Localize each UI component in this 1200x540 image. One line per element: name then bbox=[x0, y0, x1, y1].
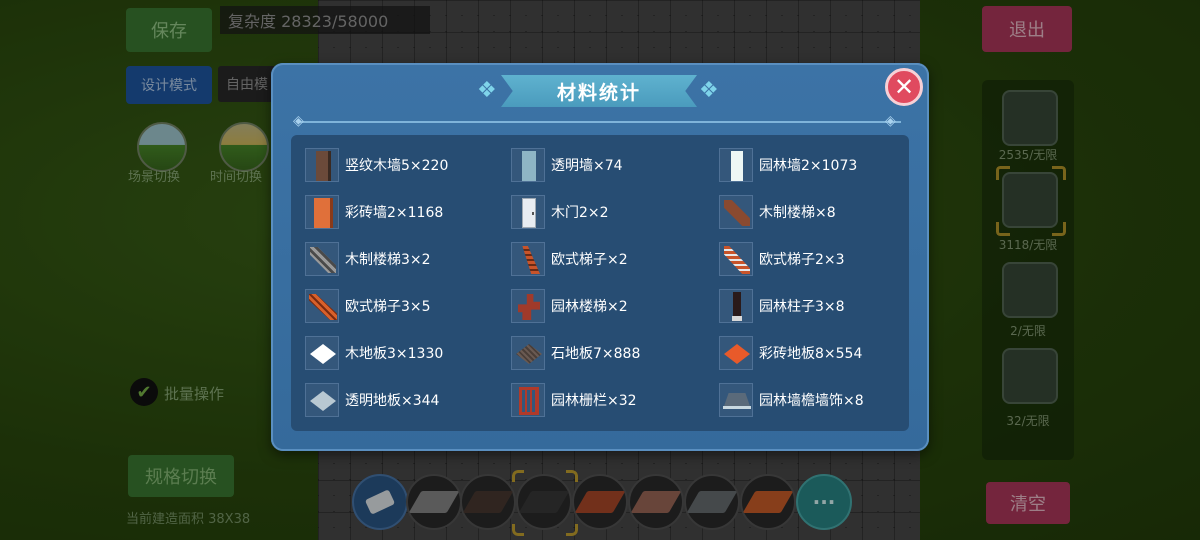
material-item: 石地板7×888 bbox=[511, 335, 640, 371]
divider-ornament-icon: ◈ bbox=[885, 113, 896, 129]
material-label: 园林墙2×1073 bbox=[759, 158, 858, 174]
garden-stairs-icon bbox=[511, 289, 545, 323]
material-stats-dialog: ❖ 材料统计 ❖ ✕ ◈ ◈ 竖纹木墙5×220 透明墙×74 园林墙2×107… bbox=[271, 63, 929, 451]
material-label: 欧式梯子3×5 bbox=[345, 299, 431, 315]
material-item: 园林柱子3×8 bbox=[719, 288, 845, 324]
materials-grid: 竖纹木墙5×220 透明墙×74 园林墙2×1073 彩砖墙2×1168 木门2… bbox=[291, 135, 909, 431]
material-item: 彩砖地板8×554 bbox=[719, 335, 862, 371]
material-label: 园林楼梯×2 bbox=[551, 299, 628, 315]
glass-floor-icon bbox=[305, 383, 339, 417]
material-label: 欧式梯子2×3 bbox=[759, 252, 845, 268]
material-item: 木门2×2 bbox=[511, 194, 609, 230]
material-item: 竖纹木墙5×220 bbox=[305, 147, 448, 183]
material-label: 木制楼梯×8 bbox=[759, 205, 836, 221]
color-brick-wall-icon bbox=[305, 195, 339, 229]
material-label: 竖纹木墙5×220 bbox=[345, 158, 449, 174]
european-ladder-icon bbox=[511, 242, 545, 276]
stone-floor-icon bbox=[511, 336, 545, 370]
material-item: 园林楼梯×2 bbox=[511, 288, 628, 324]
material-label: 彩砖墙2×1168 bbox=[345, 205, 444, 221]
material-label: 欧式梯子×2 bbox=[551, 252, 628, 268]
wooden-stairs-icon bbox=[719, 195, 753, 229]
european-ladder-icon bbox=[305, 289, 339, 323]
material-item: 欧式梯子2×3 bbox=[719, 241, 845, 277]
wooden-door-icon bbox=[511, 195, 545, 229]
material-label: 木地板3×1330 bbox=[345, 346, 444, 362]
garden-fence-icon bbox=[511, 383, 545, 417]
material-label: 园林栅栏×32 bbox=[551, 393, 637, 409]
divider-ornament-icon: ◈ bbox=[293, 113, 304, 129]
material-label: 园林柱子3×8 bbox=[759, 299, 845, 315]
material-label: 石地板7×888 bbox=[551, 346, 641, 362]
material-item: 透明墙×74 bbox=[511, 147, 623, 183]
title-ornament-left-icon: ❖ bbox=[477, 78, 497, 103]
title-ornament-right-icon: ❖ bbox=[699, 78, 719, 103]
color-brick-floor-icon bbox=[719, 336, 753, 370]
material-item: 木制楼梯3×2 bbox=[305, 241, 431, 277]
wood-floor-icon bbox=[305, 336, 339, 370]
material-item: 欧式梯子3×5 bbox=[305, 288, 431, 324]
material-item: 透明地板×344 bbox=[305, 382, 439, 418]
material-item: 木制楼梯×8 bbox=[719, 194, 836, 230]
material-label: 木制楼梯3×2 bbox=[345, 252, 431, 268]
material-label: 透明墙×74 bbox=[551, 158, 623, 174]
material-label: 彩砖地板8×554 bbox=[759, 346, 863, 362]
garden-wall-icon bbox=[719, 148, 753, 182]
european-ladder-icon bbox=[719, 242, 753, 276]
divider bbox=[299, 121, 901, 123]
close-icon[interactable]: ✕ bbox=[885, 68, 923, 106]
wooden-stairs-icon bbox=[305, 242, 339, 276]
material-label: 木门2×2 bbox=[551, 205, 609, 221]
title-ribbon: 材料统计 bbox=[501, 75, 697, 107]
material-item: 欧式梯子×2 bbox=[511, 241, 628, 277]
material-item: 园林墙檐墙饰×8 bbox=[719, 382, 864, 418]
garden-pillar-icon bbox=[719, 289, 753, 323]
material-item: 木地板3×1330 bbox=[305, 335, 443, 371]
glass-wall-icon bbox=[511, 148, 545, 182]
material-item: 园林栅栏×32 bbox=[511, 382, 637, 418]
material-label: 透明地板×344 bbox=[345, 393, 440, 409]
material-item: 园林墙2×1073 bbox=[719, 147, 857, 183]
vertical-wood-wall-icon bbox=[305, 148, 339, 182]
material-item: 彩砖墙2×1168 bbox=[305, 194, 443, 230]
garden-eave-decoration-icon bbox=[719, 383, 753, 417]
dialog-title: 材料统计 bbox=[556, 81, 641, 104]
material-label: 园林墙檐墙饰×8 bbox=[759, 393, 864, 409]
